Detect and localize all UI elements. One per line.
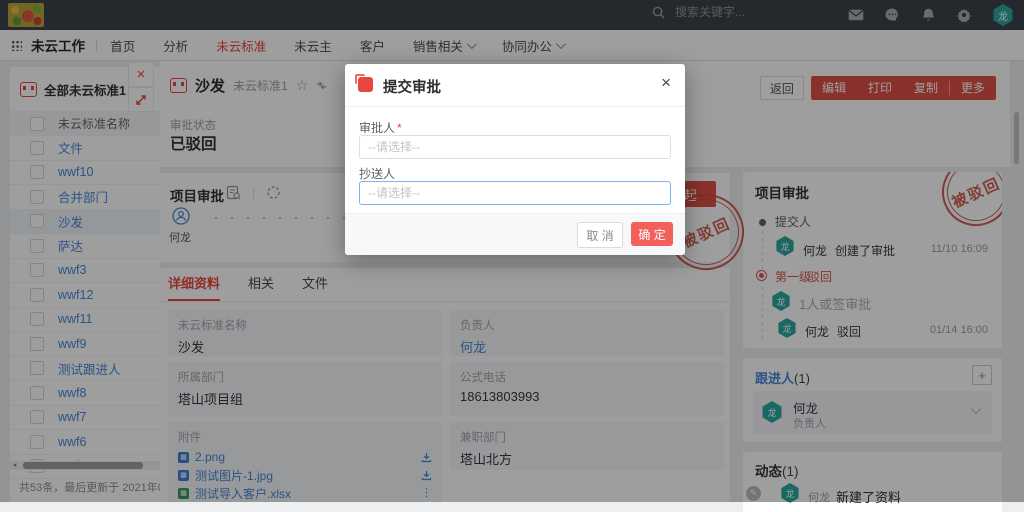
cancel-button[interactable]: 取 消 bbox=[577, 222, 623, 248]
label-text: 抄送人 bbox=[359, 167, 395, 181]
cc-select[interactable] bbox=[359, 181, 671, 205]
modal-footer: 取 消 确 定 bbox=[345, 213, 685, 255]
label-text: 审批人 bbox=[359, 121, 395, 135]
submit-approval-modal: 提交审批 × 审批人* 抄送人 取 消 确 定 bbox=[345, 64, 685, 255]
modal-title: 提交审批 bbox=[383, 76, 441, 97]
close-icon[interactable]: × bbox=[661, 73, 671, 93]
approver-select[interactable] bbox=[359, 135, 671, 159]
modal-header: 提交审批 × bbox=[345, 64, 685, 107]
required-mark: * bbox=[397, 121, 402, 135]
approval-icon bbox=[358, 77, 373, 92]
approver-field-label: 审批人* bbox=[359, 119, 402, 136]
confirm-button[interactable]: 确 定 bbox=[631, 222, 673, 246]
cc-field-label: 抄送人 bbox=[359, 165, 395, 182]
app-screen: 龙 未云工作 | 首页 分析 未云标准 未云主 客户 销售相关 协同办公 全部未… bbox=[0, 0, 1024, 502]
